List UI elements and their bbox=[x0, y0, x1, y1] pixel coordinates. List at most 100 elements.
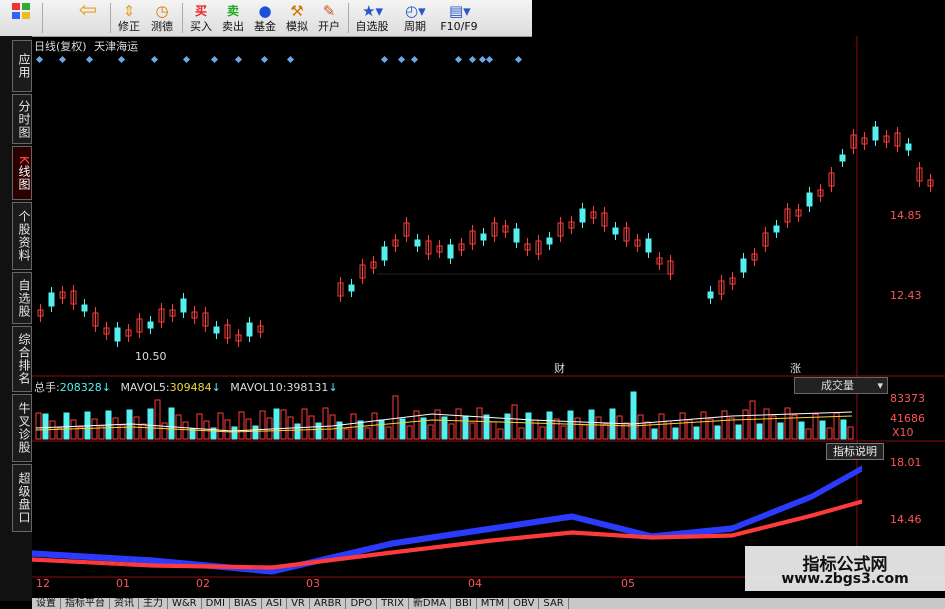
simulate-button[interactable]: ⚒ 模拟 bbox=[282, 0, 312, 36]
volume-bar bbox=[476, 407, 483, 440]
indicator-tab[interactable]: OBV bbox=[509, 598, 540, 609]
event-marker bbox=[410, 55, 419, 64]
sell-button[interactable]: 卖 卖出 bbox=[218, 0, 248, 36]
volume-bar bbox=[651, 428, 658, 440]
volume-bar bbox=[315, 422, 322, 440]
tab-timeshare[interactable]: 分时图 bbox=[12, 94, 32, 144]
volume-bar bbox=[735, 424, 742, 440]
volume-bar bbox=[329, 414, 336, 440]
candle-body bbox=[81, 304, 88, 312]
volume-bar bbox=[574, 417, 581, 440]
candle-body bbox=[147, 321, 154, 329]
fund-button[interactable]: ● 基金 bbox=[250, 0, 280, 36]
tab-diagnosis[interactable]: 牛叉诊股 bbox=[12, 394, 32, 462]
volume-bar bbox=[112, 417, 119, 440]
volume-bar bbox=[203, 420, 210, 440]
period-button[interactable]: ◴▾ 周期 bbox=[396, 0, 434, 36]
indicator-tab[interactable]: BIAS bbox=[230, 598, 262, 609]
open-account-icon: ✎ bbox=[322, 2, 336, 20]
indicator-tab[interactable]: DMI bbox=[202, 598, 230, 609]
volume-bar bbox=[700, 411, 707, 440]
indicator-tab[interactable]: VR bbox=[287, 598, 310, 609]
volume-bar bbox=[658, 413, 665, 440]
f10-label: F10/F9 bbox=[440, 20, 478, 33]
stock-name: 天津海运 bbox=[94, 40, 139, 53]
indicator-tab[interactable]: 资讯 bbox=[110, 598, 139, 609]
low-marker: 10.50 bbox=[135, 350, 167, 363]
fix-label: 修正 bbox=[118, 20, 140, 33]
indicator-tab[interactable]: 设置 bbox=[32, 598, 61, 609]
toolbar: ⇦ ⇕ 修正 ◷ 测德 买 买入 卖 卖出 ● 基金 ⚒ 模拟 ✎ 开户 ★▾ … bbox=[0, 0, 532, 37]
tab-apps[interactable]: 应用 bbox=[12, 40, 32, 92]
volume-bar bbox=[161, 422, 168, 440]
watchlist-button[interactable]: ★▾ 自选股 bbox=[352, 0, 392, 36]
measure-button[interactable]: ◷ 测德 bbox=[146, 0, 178, 36]
volume-bar bbox=[679, 412, 686, 440]
chevron-down-icon: ▾ bbox=[877, 379, 883, 392]
open-account-button[interactable]: ✎ 开户 bbox=[314, 0, 344, 36]
indicator-tab[interactable]: BBI bbox=[451, 598, 477, 609]
tab-ranking[interactable]: 综合排名 bbox=[12, 326, 32, 392]
indicator-select-value: 成交量 bbox=[821, 379, 854, 392]
period-label: 周期 bbox=[404, 20, 426, 33]
volume-bar bbox=[91, 418, 98, 440]
indicator-tab[interactable]: MTM bbox=[477, 598, 510, 609]
buy-button[interactable]: 买 买入 bbox=[186, 0, 216, 36]
event-marker bbox=[85, 55, 94, 64]
tab-super-panel[interactable]: 超级盘口 bbox=[12, 464, 32, 532]
tab-watchlist[interactable]: 自选股 bbox=[12, 272, 32, 324]
indicator-tab[interactable]: 新DMA bbox=[409, 598, 452, 609]
volume-bar bbox=[707, 418, 714, 440]
volume-bar bbox=[273, 408, 280, 440]
event-marker bbox=[260, 55, 269, 64]
volume-bar bbox=[749, 400, 756, 440]
back-button[interactable]: ⇦ bbox=[70, 0, 106, 36]
volume-bar bbox=[364, 427, 371, 440]
event-marker bbox=[35, 55, 44, 64]
indicator-tab[interactable]: SAR bbox=[539, 598, 569, 609]
chart-area[interactable]: 日线(复权) 天津海运 14.85 12.43 10.50 财 涨 总手:208… bbox=[31, 36, 945, 601]
indicator-tab[interactable]: DPO bbox=[346, 598, 378, 609]
volume-bar bbox=[224, 419, 231, 440]
volume-bar bbox=[763, 408, 770, 440]
tab-kline-rest: 线图 bbox=[17, 164, 31, 191]
x-label-04: 04 bbox=[468, 577, 482, 590]
ma-band-line bbox=[31, 465, 863, 570]
indicator-tab[interactable]: ASI bbox=[262, 598, 288, 609]
indicator-select[interactable]: 成交量 ▾ bbox=[794, 377, 888, 394]
volume-bar bbox=[385, 426, 392, 440]
mavol10-label: MAVOL10: bbox=[230, 381, 287, 394]
fix-button[interactable]: ⇕ 修正 bbox=[114, 0, 144, 36]
event-marker bbox=[58, 55, 67, 64]
price-level-2: 12.43 bbox=[890, 289, 922, 302]
event-marker bbox=[485, 55, 494, 64]
x-label-02: 02 bbox=[196, 577, 210, 590]
open-account-label: 开户 bbox=[318, 20, 340, 33]
ma-band-line bbox=[31, 466, 863, 571]
stock-chart-app: ⇦ ⇕ 修正 ◷ 测德 买 买入 卖 卖出 ● 基金 ⚒ 模拟 ✎ 开户 ★▾ … bbox=[0, 0, 945, 609]
f10-button[interactable]: ▤▾ F10/F9 bbox=[438, 0, 480, 36]
volume-bar bbox=[42, 413, 49, 440]
volume-bar bbox=[455, 408, 462, 440]
candle-body bbox=[905, 143, 912, 151]
indicator-tab[interactable]: 指标平台 bbox=[61, 598, 110, 609]
vol-scale-top: 83373 bbox=[890, 392, 925, 405]
indicator-tab[interactable]: TRIX bbox=[377, 598, 409, 609]
indicator-help-button[interactable]: 指标说明 bbox=[826, 443, 884, 460]
measure-label: 测德 bbox=[151, 20, 173, 33]
indicator-tab[interactable]: W&R bbox=[168, 598, 202, 609]
indicator-tab[interactable]: ARBR bbox=[310, 598, 347, 609]
volume-bar bbox=[805, 428, 812, 440]
candle-body bbox=[773, 225, 780, 233]
x-label-01: 01 bbox=[116, 577, 130, 590]
volume-bar bbox=[378, 419, 385, 440]
period-label: 日线(复权) bbox=[34, 40, 87, 53]
volume-bar bbox=[553, 418, 560, 440]
tab-stock-info[interactable]: 个股资料 bbox=[12, 202, 32, 270]
event-marker bbox=[380, 55, 389, 64]
grid-button[interactable] bbox=[2, 0, 40, 36]
volume-bar bbox=[777, 422, 784, 440]
indicator-tab[interactable]: 主力 bbox=[139, 598, 168, 609]
x-label-12: 12 bbox=[36, 577, 50, 590]
tab-kline[interactable]: K线图 bbox=[12, 146, 32, 200]
